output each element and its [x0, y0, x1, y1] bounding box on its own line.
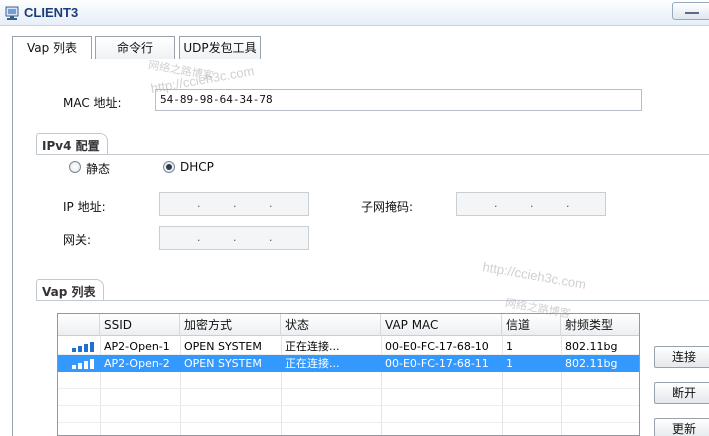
gateway-field[interactable]: . . . [159, 226, 309, 250]
minimize-button[interactable] [672, 2, 709, 20]
tab-command-line[interactable]: 命令行 [95, 36, 175, 60]
mac-label: MAC 地址: [63, 96, 122, 110]
subnet-mask-field[interactable]: . . . [456, 192, 606, 216]
ip-dot-1: . [197, 197, 201, 210]
cell-status: 正在连接... [285, 340, 340, 353]
cell-channel: 1 [506, 357, 513, 370]
tab-vap-list[interactable]: Vap 列表 [12, 36, 92, 61]
minimize-icon [685, 12, 699, 14]
vap-table: SSID 加密方式 状态 VAP MAC 信道 射频类型 AP2-Open-1 … [57, 313, 640, 436]
dhcp-radio[interactable] [163, 161, 175, 173]
gateway-dot-1: . [197, 231, 201, 244]
cell-vap-mac: 00-E0-FC-17-68-11 [385, 357, 489, 370]
header-radio-type[interactable]: 射频类型 [561, 314, 639, 336]
header-icon-col [58, 314, 100, 336]
static-label: 静态 [86, 162, 111, 176]
cell-channel: 1 [506, 340, 513, 353]
cell-status: 正在连接... [285, 357, 340, 370]
ipv4-group-line [36, 154, 709, 155]
mask-dot-1: . [494, 197, 498, 210]
table-row-selected[interactable]: AP2-Open-2 OPEN SYSTEM 正在连接... 00-E0-FC-… [58, 355, 639, 372]
ip-dot-3: . [269, 197, 273, 210]
static-radio[interactable] [69, 161, 81, 173]
cell-ssid: AP2-Open-2 [104, 357, 170, 370]
subnet-mask-label: 子网掩码: [361, 200, 414, 214]
cell-radio-type: 802.11bg [565, 340, 618, 353]
client-app-icon [5, 6, 19, 20]
mac-field[interactable]: 54-89-98-64-34-78 [155, 89, 642, 111]
connect-button[interactable]: 连接 [654, 346, 709, 368]
refresh-button[interactable]: 更新 [654, 418, 709, 436]
gateway-dot-3: . [269, 231, 273, 244]
ipv4-group-label: IPv4 配置 [38, 137, 104, 154]
vap-group-line [36, 300, 709, 301]
window-title: CLIENT3 [24, 5, 79, 20]
ip-address-field[interactable]: . . . [159, 192, 309, 216]
cell-encryption: OPEN SYSTEM [184, 357, 262, 370]
header-ssid[interactable]: SSID [100, 314, 180, 336]
tab-strip: Vap 列表 命令行 UDP发包工具 [0, 26, 709, 61]
gateway-dot-2: . [233, 231, 237, 244]
row-divider [58, 388, 639, 389]
cell-ssid: AP2-Open-1 [104, 340, 170, 353]
header-encryption[interactable]: 加密方式 [180, 314, 281, 336]
row-divider [58, 405, 639, 406]
header-vap-mac[interactable]: VAP MAC [381, 314, 502, 336]
cell-vap-mac: 00-E0-FC-17-68-10 [385, 340, 489, 353]
header-status[interactable]: 状态 [281, 314, 381, 336]
cell-encryption: OPEN SYSTEM [184, 340, 262, 353]
mask-dot-2: . [530, 197, 534, 210]
gateway-label: 网关: [63, 233, 92, 247]
signal-strength-icon [72, 359, 98, 369]
vap-group-label: Vap 列表 [38, 283, 100, 300]
ip-address-label: IP 地址: [63, 200, 106, 214]
title-bar: CLIENT3 [0, 0, 709, 26]
mask-dot-3: . [566, 197, 570, 210]
table-row[interactable]: AP2-Open-1 OPEN SYSTEM 正在连接... 00-E0-FC-… [58, 338, 639, 355]
row-divider [58, 422, 639, 423]
tab-udp-tool[interactable]: UDP发包工具 [179, 36, 261, 60]
signal-strength-icon [72, 342, 98, 352]
disconnect-button[interactable]: 断开 [654, 382, 709, 404]
dhcp-label: DHCP [180, 160, 214, 174]
ip-dot-2: . [233, 197, 237, 210]
cell-radio-type: 802.11bg [565, 357, 618, 370]
